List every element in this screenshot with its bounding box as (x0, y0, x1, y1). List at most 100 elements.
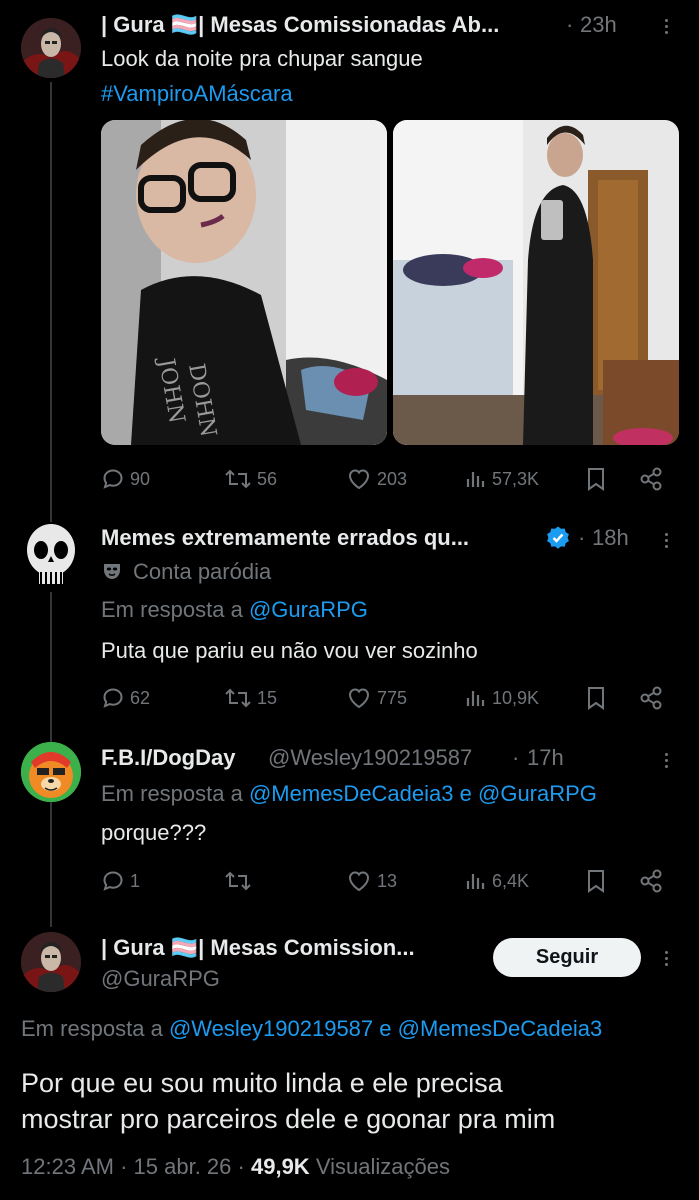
tweet2-parody-label: Conta paródia (133, 559, 272, 584)
main-views-label: Visualizações (315, 1154, 450, 1179)
main-sep-1: · (120, 1154, 128, 1179)
tweet1-repost-count: 56 (257, 468, 278, 489)
bookmark-icon (588, 468, 604, 491)
tweet2-like-button[interactable]: 775 (346, 683, 407, 713)
tweet3-author-name[interactable]: F.B.I/DogDay (101, 745, 235, 771)
heart-icon (348, 688, 370, 709)
tweet1-like-button[interactable]: 203 (346, 464, 407, 494)
heart-icon (348, 469, 370, 490)
tweet1-bookmark-button[interactable] (585, 464, 607, 494)
tweet3-reply-context: Em resposta a @MemesDeCadeia3 e @GuraRPG (101, 781, 597, 807)
tweet1-text: Look da noite pra chupar sangue (101, 46, 423, 71)
main-reply-context: Em resposta a @Wesley190219587 e @MemesD… (21, 1016, 602, 1042)
avatar-gura-main[interactable] (21, 932, 81, 992)
tweet1-photo-2[interactable] (393, 120, 679, 445)
tweet3-text: porque??? (101, 820, 207, 845)
tweet3-reply-button[interactable]: 1 (101, 866, 140, 896)
tweet2-author-name[interactable]: Memes extremamente errados qu... (101, 525, 469, 551)
tweet2-share-button[interactable] (638, 683, 664, 713)
tweet3-repost-button[interactable] (224, 866, 252, 896)
tweet2-reply-prefix: Em resposta a (101, 597, 243, 622)
main-meta: 12:23 AM · 15 abr. 26 · 49,9K Visualizaç… (21, 1154, 450, 1180)
tweet2-separator: · (578, 525, 586, 550)
main-author-handle[interactable]: @GuraRPG (101, 966, 220, 992)
main-reply-prefix: Em resposta a (21, 1016, 163, 1041)
tweet1-repost-button[interactable]: 56 (224, 464, 277, 494)
tweet2-repost-count: 15 (257, 687, 278, 708)
repost-icon (225, 871, 251, 891)
tweet1-views[interactable]: 57,3K (463, 464, 539, 494)
tweet3-separator: · (512, 745, 520, 770)
tweet3-actions: 1 13 6,4K (101, 866, 667, 896)
tweet1-reply-count: 90 (130, 468, 151, 489)
tweet3-reply-conj: e (459, 781, 472, 806)
main-reply-mention-1[interactable]: @Wesley190219587 (169, 1016, 373, 1041)
tweet2-bookmark-button[interactable] (585, 683, 607, 713)
tweet2-view-count: 10,9K (492, 687, 540, 708)
repost-icon (225, 469, 251, 489)
tweet3-reply-count: 1 (130, 870, 141, 891)
avatar-dogday[interactable] (21, 742, 81, 802)
tweet2-like-count: 775 (377, 687, 408, 708)
verified-icon (547, 526, 569, 549)
tweet3-reply-prefix: Em resposta a (101, 781, 243, 806)
tweet1-photo-1[interactable]: JOHN DOHN (101, 120, 387, 445)
main-text-line-2: mostrar pro parceiros dele e goonar pra … (21, 1104, 556, 1134)
tweet1-timestamp[interactable]: 23h (580, 12, 617, 38)
tweet3-like-button[interactable]: 13 (346, 866, 397, 896)
reply-icon (103, 871, 123, 891)
main-reply-mention-2[interactable]: @MemesDeCadeia3 (398, 1016, 603, 1041)
views-icon (466, 691, 485, 706)
main-tweet-text: Por que eu sou muito linda e ele precisa… (21, 1065, 555, 1137)
tweet3-like-count: 13 (377, 870, 398, 891)
tweet1-more-icon[interactable] (656, 14, 676, 38)
main-time[interactable]: 12:23 AM (21, 1154, 114, 1179)
main-author-name[interactable]: | Gura 🏳️‍⚧️| Mesas Comission... (101, 935, 415, 961)
main-sep-2: · (237, 1154, 245, 1179)
bookmark-icon (588, 687, 604, 710)
tweet3-bookmark-button[interactable] (585, 866, 607, 896)
tweet2-reply-count: 62 (130, 687, 151, 708)
main-more-icon[interactable] (656, 946, 676, 970)
tweet3-reply-mention-1[interactable]: @MemesDeCadeia3 (249, 781, 454, 806)
avatar-gura[interactable] (21, 18, 81, 78)
bookmark-icon (588, 870, 604, 893)
follow-button[interactable]: Seguir (493, 938, 641, 977)
tweet1-view-count: 57,3K (492, 468, 540, 489)
main-date[interactable]: 15 abr. 26 (134, 1154, 232, 1179)
tweet1-separator: · (566, 12, 574, 37)
tweet1-author-name[interactable]: | Gura 🏳️‍⚧️| Mesas Comissionadas Ab... (101, 12, 499, 38)
tweet3-timestamp[interactable]: 17h (527, 745, 564, 771)
reply-icon (103, 688, 123, 708)
tweet3-view-count: 6,4K (492, 870, 530, 891)
views-icon (466, 874, 485, 889)
main-reply-conj: e (379, 1016, 392, 1041)
tweet3-more-icon[interactable] (656, 748, 676, 772)
share-icon (640, 467, 662, 491)
parody-mask-icon (104, 564, 120, 579)
tweet2-reply-context: Em resposta a @GuraRPG (101, 597, 368, 623)
tweet2-text: Puta que pariu eu não vou ver sozinho (101, 638, 478, 663)
tweet1-actions: 90 56 203 57,3K (101, 464, 667, 494)
tweet2-repost-button[interactable]: 15 (224, 683, 277, 713)
tweet1-reply-button[interactable]: 90 (101, 464, 150, 494)
avatar-memes[interactable] (21, 522, 81, 592)
share-icon (640, 686, 662, 710)
tweet3-share-button[interactable] (638, 866, 664, 896)
tweet1-hashtag[interactable]: #VampiroAMáscara (101, 81, 293, 107)
main-view-count: 49,9K (250, 1154, 310, 1179)
main-text-line-1: Por que eu sou muito linda e ele precisa (21, 1068, 503, 1098)
tweet2-reply-mention[interactable]: @GuraRPG (249, 597, 368, 622)
tweet3-reply-mention-2[interactable]: @GuraRPG (478, 781, 597, 806)
tweet1-like-count: 203 (377, 468, 408, 489)
repost-icon (225, 688, 251, 708)
tweet1-share-button[interactable] (638, 464, 664, 494)
tweet3-author-handle[interactable]: @Wesley190219587 (268, 745, 472, 771)
tweet2-more-icon[interactable] (656, 528, 676, 552)
tweet3-views[interactable]: 6,4K (463, 866, 529, 896)
share-icon (640, 869, 662, 893)
tweet2-timestamp[interactable]: 18h (592, 525, 629, 551)
tweet2-actions: 62 15 775 10,9K (101, 683, 667, 713)
tweet2-reply-button[interactable]: 62 (101, 683, 150, 713)
tweet2-views[interactable]: 10,9K (463, 683, 539, 713)
